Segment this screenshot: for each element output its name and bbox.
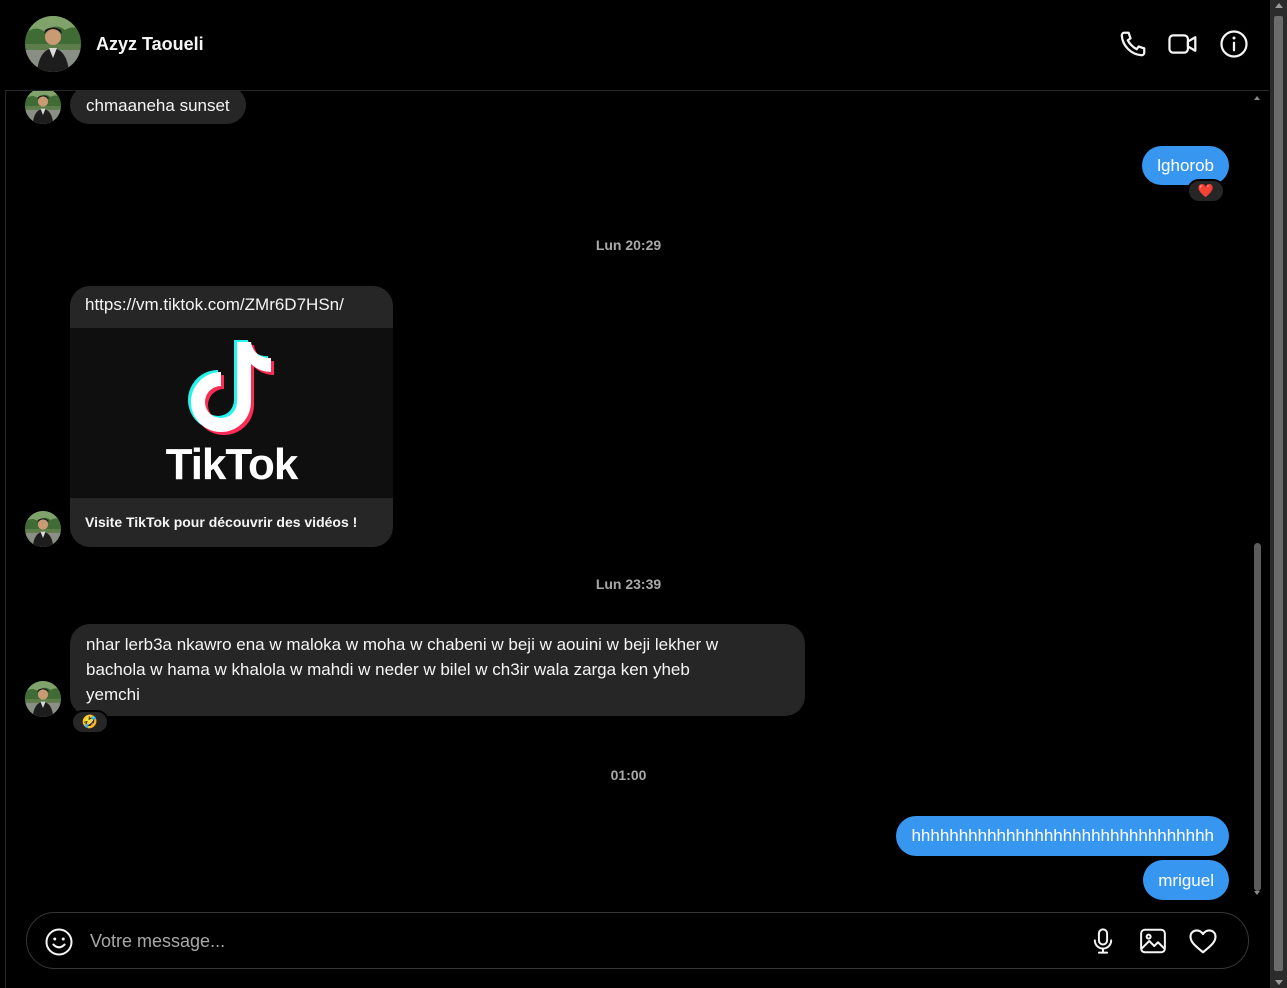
- attach-image-button[interactable]: [1138, 926, 1168, 956]
- timestamp-divider: Lun 20:29: [595, 237, 662, 253]
- conversation-header: Azyz Taoueli: [5, 0, 1269, 91]
- contact-name[interactable]: Azyz Taoueli: [96, 34, 204, 55]
- link-description[interactable]: Visite TikTok pour découvrir des vidéos …: [85, 514, 357, 530]
- page-scrollbar[interactable]: [1270, 0, 1287, 988]
- microphone-icon: [1093, 928, 1113, 954]
- link-url[interactable]: https://vm.tiktok.com/ZMr6D7HSn/: [85, 295, 344, 315]
- thread-scrollbar[interactable]: [1252, 91, 1263, 901]
- tiktok-wordmark: TikTok: [165, 440, 299, 489]
- tiktok-logo-icon: [188, 340, 274, 435]
- voice-message-button[interactable]: [1088, 926, 1118, 956]
- scroll-down-arrow-icon[interactable]: [1254, 891, 1260, 895]
- video-call-button[interactable]: [1167, 28, 1199, 60]
- message-line: yemchi: [86, 685, 140, 704]
- message-thread[interactable]: chmaaneha sunset lghorob ❤️ Lun 20:29 ht…: [5, 91, 1252, 901]
- message-reaction[interactable]: 🤣: [71, 710, 109, 734]
- phone-call-button[interactable]: [1117, 28, 1149, 60]
- video-camera-icon: [1168, 34, 1197, 54]
- link-preview-card[interactable]: https://vm.tiktok.com/ZMr6D7HSn/ TikTok …: [70, 286, 393, 547]
- page-scrollbar-thumb[interactable]: [1274, 16, 1283, 971]
- page-scroll-down-icon[interactable]: [1275, 980, 1283, 985]
- message-reaction[interactable]: ❤️: [1187, 179, 1225, 203]
- message-bubble-incoming[interactable]: chmaaneha sunset: [70, 91, 246, 124]
- phone-icon: [1120, 31, 1146, 57]
- info-icon: [1220, 30, 1248, 58]
- scroll-up-arrow-icon[interactable]: [1254, 96, 1260, 100]
- conversation-info-button[interactable]: [1218, 28, 1250, 60]
- message-composer: [26, 912, 1249, 969]
- message-bubble-incoming[interactable]: nhar lerb3a nkawro ena w maloka w moha w…: [70, 624, 805, 716]
- send-like-button[interactable]: [1188, 926, 1218, 956]
- image-icon: [1140, 928, 1166, 954]
- message-bubble-outgoing[interactable]: hhhhhhhhhhhhhhhhhhhhhhhhhhhhhhhh: [896, 816, 1229, 856]
- emoji-icon[interactable]: [44, 927, 74, 957]
- heart-icon: [1189, 929, 1217, 954]
- sender-avatar[interactable]: [25, 91, 61, 124]
- message-input[interactable]: [90, 923, 1070, 959]
- message-bubble-outgoing[interactable]: mriguel: [1143, 860, 1229, 900]
- message-line: bachola w hama w khalola w mahdi w neder…: [86, 660, 690, 679]
- timestamp-divider: 01:00: [610, 767, 647, 783]
- sender-avatar[interactable]: [25, 681, 61, 717]
- message-line: nhar lerb3a nkawro ena w maloka w moha w…: [86, 635, 719, 654]
- contact-avatar[interactable]: [25, 16, 81, 72]
- timestamp-divider: Lun 23:39: [595, 576, 662, 592]
- link-preview-image[interactable]: TikTok: [70, 328, 393, 498]
- sender-avatar[interactable]: [25, 511, 61, 547]
- page-scroll-up-icon[interactable]: [1275, 3, 1283, 8]
- scrollbar-thumb[interactable]: [1254, 543, 1261, 891]
